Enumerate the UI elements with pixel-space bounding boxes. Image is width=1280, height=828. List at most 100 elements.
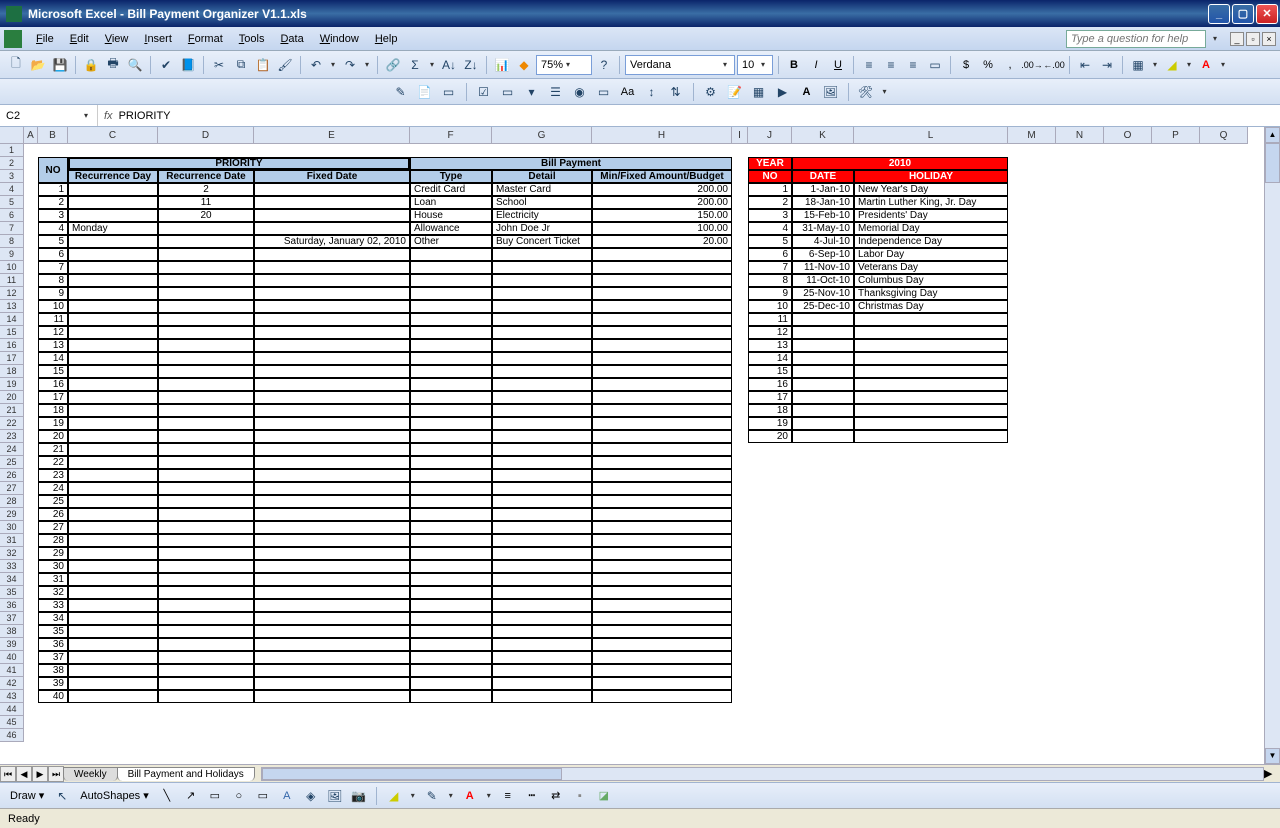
- new-button[interactable]: 🗋: [6, 55, 26, 75]
- tab-nav-last[interactable]: ⏭: [48, 766, 64, 782]
- pt-type-18[interactable]: [410, 365, 492, 378]
- scrollbar-tool[interactable]: ↕: [642, 82, 662, 102]
- combobox-tool[interactable]: ▾: [522, 82, 542, 102]
- pt-amt-25[interactable]: [592, 456, 732, 469]
- pt-rday-38[interactable]: [68, 625, 158, 638]
- autosum-dropdown-icon[interactable]: ▾: [427, 60, 437, 69]
- pt-no-22[interactable]: 19: [38, 417, 68, 430]
- sheet-tab-bill-payment-and-holidays[interactable]: Bill Payment and Holidays: [117, 767, 255, 781]
- pt-rday-16[interactable]: [68, 339, 158, 352]
- row-header-35[interactable]: 35: [0, 586, 24, 599]
- header-hdate[interactable]: DATE: [792, 170, 854, 183]
- pt-type-38[interactable]: [410, 625, 492, 638]
- pt-type-36[interactable]: [410, 599, 492, 612]
- ht-date-12[interactable]: 25-Nov-10: [792, 287, 854, 300]
- col-header-K[interactable]: K: [792, 127, 854, 144]
- pt-type-22[interactable]: [410, 417, 492, 430]
- pt-rday-13[interactable]: [68, 300, 158, 313]
- pt-detail-19[interactable]: [492, 378, 592, 391]
- pt-fdate-43[interactable]: [254, 690, 410, 703]
- row-header-22[interactable]: 22: [0, 417, 24, 430]
- pt-detail-32[interactable]: [492, 547, 592, 560]
- spinner-tool[interactable]: ⇅: [666, 82, 686, 102]
- sort-desc-button[interactable]: Z↓: [461, 55, 481, 75]
- pt-rdate-12[interactable]: [158, 287, 254, 300]
- pt-fdate-19[interactable]: [254, 378, 410, 391]
- pt-rday-37[interactable]: [68, 612, 158, 625]
- pt-type-16[interactable]: [410, 339, 492, 352]
- label-tool[interactable]: Aa: [618, 82, 638, 102]
- pt-detail-10[interactable]: [492, 261, 592, 274]
- pt-rday-40[interactable]: [68, 651, 158, 664]
- pt-detail-43[interactable]: [492, 690, 592, 703]
- help-button[interactable]: ?: [594, 55, 614, 75]
- font-color-draw-button[interactable]: A: [460, 786, 480, 806]
- pt-rday-28[interactable]: [68, 495, 158, 508]
- pt-no-15[interactable]: 12: [38, 326, 68, 339]
- pt-rdate-31[interactable]: [158, 534, 254, 547]
- pt-no-21[interactable]: 18: [38, 404, 68, 417]
- pt-type-30[interactable]: [410, 521, 492, 534]
- radio-tool[interactable]: ◉: [570, 82, 590, 102]
- ht-date-16[interactable]: [792, 339, 854, 352]
- pt-amt-43[interactable]: [592, 690, 732, 703]
- pt-amt-13[interactable]: [592, 300, 732, 313]
- pt-rday-42[interactable]: [68, 677, 158, 690]
- row-header-44[interactable]: 44: [0, 703, 24, 716]
- row-header-24[interactable]: 24: [0, 443, 24, 456]
- pt-amt-17[interactable]: [592, 352, 732, 365]
- row-header-7[interactable]: 7: [0, 222, 24, 235]
- ht-no-7[interactable]: 4: [748, 222, 792, 235]
- pt-type-12[interactable]: [410, 287, 492, 300]
- workbook-icon[interactable]: [4, 30, 22, 48]
- ht-no-14[interactable]: 11: [748, 313, 792, 326]
- line-tool[interactable]: ╲: [157, 786, 177, 806]
- pt-amt-39[interactable]: [592, 638, 732, 651]
- col-header-A[interactable]: A: [24, 127, 38, 144]
- pt-fdate-24[interactable]: [254, 443, 410, 456]
- pt-rday-19[interactable]: [68, 378, 158, 391]
- pt-amt-34[interactable]: [592, 573, 732, 586]
- merge-center-button[interactable]: ▭: [925, 55, 945, 75]
- fill-color-button[interactable]: ◢: [1162, 55, 1182, 75]
- row-header-31[interactable]: 31: [0, 534, 24, 547]
- pt-amt-30[interactable]: [592, 521, 732, 534]
- pt-type-35[interactable]: [410, 586, 492, 599]
- pt-detail-41[interactable]: [492, 664, 592, 677]
- ht-holiday-12[interactable]: Thanksgiving Day: [854, 287, 1008, 300]
- pt-fdate-35[interactable]: [254, 586, 410, 599]
- pt-rdate-26[interactable]: [158, 469, 254, 482]
- header-year-label[interactable]: YEAR: [748, 157, 792, 170]
- pt-fdate-40[interactable]: [254, 651, 410, 664]
- scroll-up-button[interactable]: ▲: [1265, 127, 1280, 143]
- pt-type-26[interactable]: [410, 469, 492, 482]
- row-header-46[interactable]: 46: [0, 729, 24, 742]
- ht-holiday-16[interactable]: [854, 339, 1008, 352]
- row-header-6[interactable]: 6: [0, 209, 24, 222]
- pt-rdate-8[interactable]: [158, 235, 254, 248]
- formula-content[interactable]: PRIORITY: [119, 110, 171, 122]
- row-header-11[interactable]: 11: [0, 274, 24, 287]
- col-header-B[interactable]: B: [38, 127, 68, 144]
- ht-holiday-6[interactable]: Presidents' Day: [854, 209, 1008, 222]
- pt-fdate-21[interactable]: [254, 404, 410, 417]
- col-header-O[interactable]: O: [1104, 127, 1152, 144]
- pt-no-37[interactable]: 34: [38, 612, 68, 625]
- pt-rdate-25[interactable]: [158, 456, 254, 469]
- row-header-4[interactable]: 4: [0, 183, 24, 196]
- pt-detail-24[interactable]: [492, 443, 592, 456]
- ht-date-18[interactable]: [792, 365, 854, 378]
- name-box[interactable]: C2▾: [0, 105, 98, 126]
- pt-rday-23[interactable]: [68, 430, 158, 443]
- ht-holiday-10[interactable]: Veterans Day: [854, 261, 1008, 274]
- hyperlink-button[interactable]: 🔗: [383, 55, 403, 75]
- pt-rday-14[interactable]: [68, 313, 158, 326]
- pt-type-13[interactable]: [410, 300, 492, 313]
- pt-detail-30[interactable]: [492, 521, 592, 534]
- pt-rday-31[interactable]: [68, 534, 158, 547]
- pt-detail-33[interactable]: [492, 560, 592, 573]
- save-button[interactable]: 💾: [50, 55, 70, 75]
- pt-rday-39[interactable]: [68, 638, 158, 651]
- menu-data[interactable]: Data: [272, 31, 311, 47]
- pt-detail-12[interactable]: [492, 287, 592, 300]
